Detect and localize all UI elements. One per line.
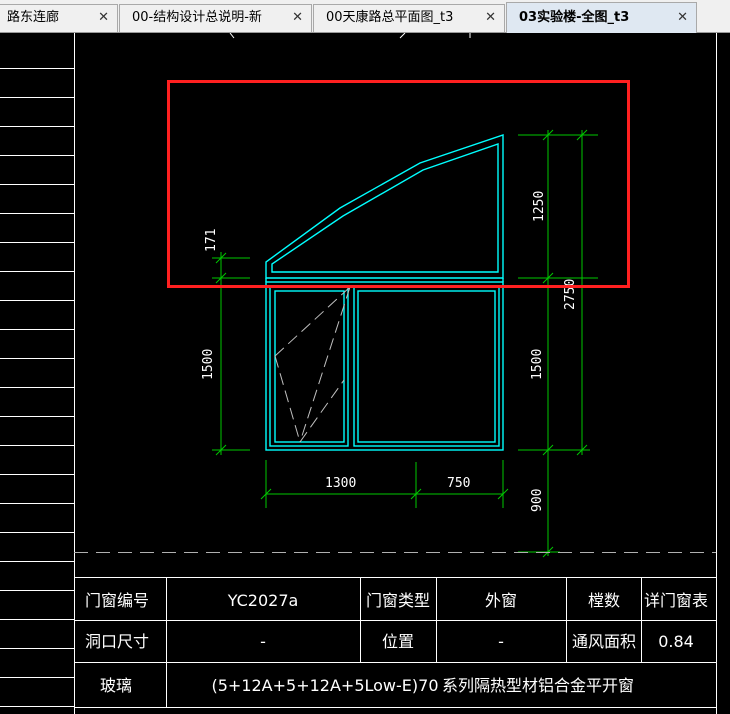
label-quantity: 樘数 bbox=[588, 591, 620, 610]
close-icon[interactable]: ✕ bbox=[677, 3, 688, 33]
close-icon[interactable]: ✕ bbox=[292, 5, 303, 31]
tab-label: 00天康路总平面图_t3 bbox=[326, 10, 454, 25]
close-icon[interactable]: ✕ bbox=[98, 5, 109, 31]
bottom-frame-outer bbox=[265, 281, 504, 451]
dim-1250: 1250 bbox=[532, 191, 547, 222]
value-position: - bbox=[498, 632, 504, 651]
label-opening-size: 洞口尺寸 bbox=[85, 632, 149, 651]
tab-label: 03实验楼-全图_t3 bbox=[519, 10, 630, 25]
label-position: 位置 bbox=[382, 632, 414, 651]
value-vent-area: 0.84 bbox=[658, 632, 694, 651]
label-vent-area: 通风面积 bbox=[572, 632, 636, 651]
label-window-number: 门窗编号 bbox=[85, 591, 149, 610]
top-panel-outer bbox=[265, 134, 504, 279]
dim-900: 900 bbox=[530, 489, 545, 512]
dim-1500-right: 1500 bbox=[530, 349, 545, 380]
value-window-series: 系列隔热型材铝合金平开窗 bbox=[442, 676, 634, 695]
label-glass: 玻璃 bbox=[100, 676, 132, 695]
dim-171: 171 bbox=[204, 229, 219, 252]
opening-dash-lines bbox=[274, 286, 351, 443]
dim-2750: 2750 bbox=[563, 279, 578, 310]
left-title-strip bbox=[0, 33, 75, 714]
top-panel-inner bbox=[271, 143, 499, 273]
cad-drawing-canvas[interactable]: 171 1250 2750 1500 1500 1300 750 900 门窗编… bbox=[0, 33, 730, 714]
dim-1300: 1300 bbox=[325, 476, 356, 491]
tab-label: 00-结构设计总说明-新 bbox=[132, 10, 262, 25]
dim-750: 750 bbox=[447, 476, 470, 491]
tab-site-plan[interactable]: 00天康路总平面图_t3 ✕ bbox=[313, 4, 505, 32]
window-frame[interactable] bbox=[265, 134, 504, 451]
top-residue bbox=[229, 33, 471, 39]
right-pane-outer bbox=[353, 286, 500, 447]
value-quantity: 详门窗表 bbox=[644, 591, 708, 610]
close-icon[interactable]: ✕ bbox=[485, 5, 496, 31]
value-opening-size: - bbox=[260, 632, 266, 651]
tab-road-corridor[interactable]: 路东连廊 ✕ bbox=[0, 4, 118, 32]
value-glass: (5+12A+5+12A+5Low-E)70 bbox=[211, 676, 438, 695]
tab-bar: 路东连廊 ✕ 00-结构设计总说明-新 ✕ 00天康路总平面图_t3 ✕ 03实… bbox=[0, 0, 730, 33]
label-window-type: 门窗类型 bbox=[366, 591, 430, 610]
tab-label: 路东连廊 bbox=[7, 10, 60, 25]
value-window-number: YC2027a bbox=[227, 591, 299, 610]
tab-structure-notes[interactable]: 00-结构设计总说明-新 ✕ bbox=[119, 4, 312, 32]
left-sash-inner bbox=[274, 290, 345, 443]
left-sash-outer bbox=[269, 286, 349, 447]
right-pane-inner bbox=[357, 290, 496, 443]
dim-1500-left: 1500 bbox=[201, 349, 216, 380]
value-window-type: 外窗 bbox=[485, 591, 517, 610]
tab-lab-building[interactable]: 03实验楼-全图_t3 ✕ bbox=[506, 2, 697, 33]
